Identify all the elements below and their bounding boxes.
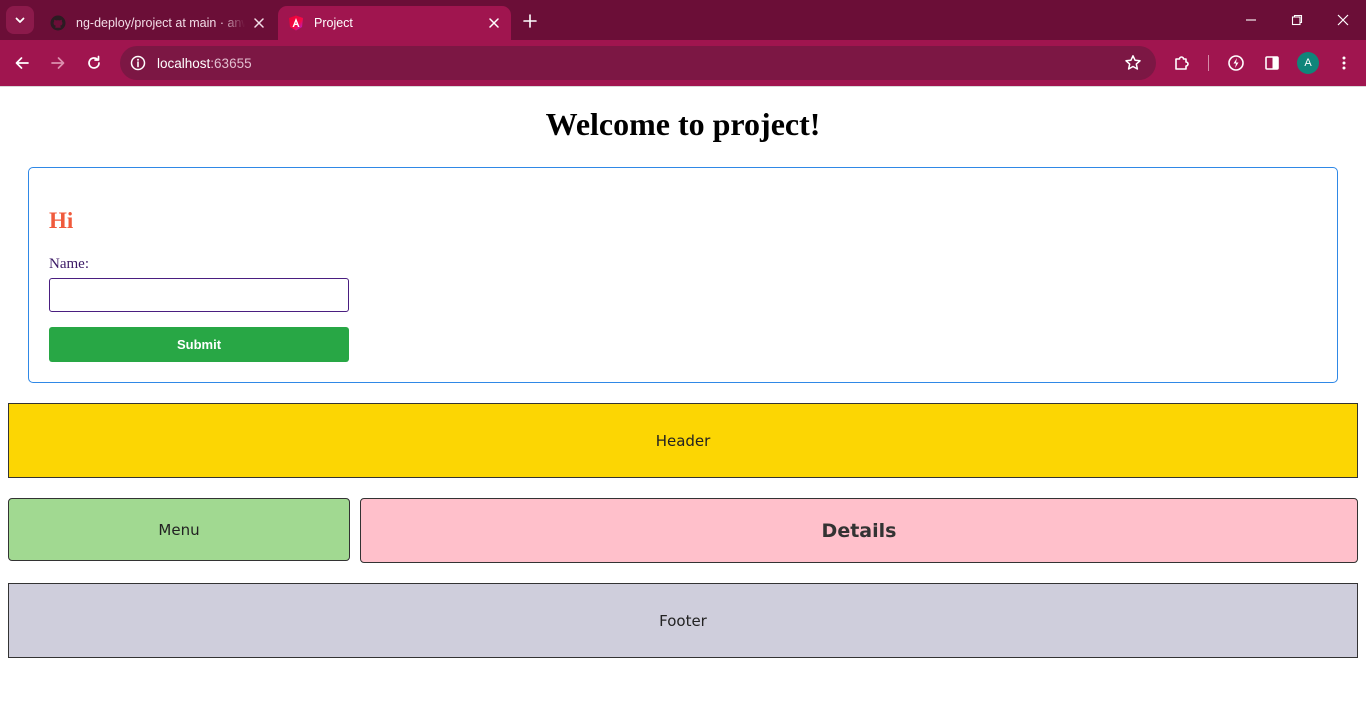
close-icon [1337, 14, 1349, 26]
chrome-divider [0, 86, 1366, 87]
close-icon [489, 18, 499, 28]
back-button[interactable] [6, 47, 38, 79]
side-panel-button[interactable] [1256, 47, 1288, 79]
tab-search-button[interactable] [6, 6, 34, 34]
restore-icon [1291, 14, 1303, 26]
browser-toolbar: localhost:63655 [0, 40, 1366, 86]
address-bar[interactable]: localhost:63655 [120, 46, 1156, 80]
extensions-button[interactable] [1166, 47, 1198, 79]
forward-button[interactable] [42, 47, 74, 79]
restore-button[interactable] [1274, 0, 1320, 40]
tab-project[interactable]: Project [278, 6, 511, 40]
angular-icon [289, 15, 303, 31]
close-icon [254, 18, 264, 28]
details-section: Details [360, 498, 1358, 563]
github-icon [50, 15, 66, 31]
name-label: Name: [49, 256, 89, 272]
browser-menu-button[interactable] [1328, 47, 1360, 79]
toolbar-divider [1208, 55, 1209, 71]
arrow-left-icon [15, 57, 29, 69]
reload-button[interactable] [78, 47, 110, 79]
energy-saver-icon [1228, 55, 1244, 71]
footer-label: Footer [659, 611, 707, 630]
name-input[interactable] [49, 278, 349, 312]
side-panel-icon [1265, 56, 1279, 70]
tab-title: ng-deploy/project at main · anw [76, 16, 245, 30]
puzzle-icon [1175, 56, 1189, 70]
bookmark-star-icon[interactable] [1124, 54, 1142, 72]
reload-icon [88, 55, 100, 69]
tab-title: Project [314, 16, 353, 30]
header-section: Header [8, 403, 1358, 478]
footer-section: Footer [8, 583, 1358, 658]
greeting-form-card: Hi Name: Submit [28, 167, 1338, 383]
tab-close-button[interactable] [480, 9, 508, 37]
menu-label: Menu [158, 520, 200, 539]
new-tab-button[interactable] [516, 7, 544, 35]
minimize-icon [1246, 19, 1256, 21]
close-window-button[interactable] [1320, 0, 1366, 40]
tab-close-button[interactable] [245, 9, 273, 37]
menu-section: Menu [8, 498, 350, 561]
profile-avatar[interactable]: A [1297, 52, 1319, 74]
plus-icon [523, 14, 537, 28]
minimize-button[interactable] [1228, 0, 1274, 40]
submit-button[interactable]: Submit [49, 327, 349, 362]
chevron-down-icon [15, 17, 25, 23]
details-label: Details [821, 519, 897, 542]
url-host: localhost [157, 55, 211, 71]
performance-button[interactable] [1220, 47, 1252, 79]
greeting-heading: Hi [49, 208, 74, 233]
arrow-right-icon [51, 57, 65, 69]
page-title: Welcome to project! [545, 106, 821, 142]
tab-github[interactable]: ng-deploy/project at main · anw [40, 6, 276, 40]
tab-strip: ng-deploy/project at main · anw Project [0, 0, 1366, 40]
url-port: :63655 [210, 55, 252, 71]
url-text: localhost:63655 [157, 56, 252, 71]
site-info-icon[interactable] [129, 54, 147, 72]
header-label: Header [655, 431, 711, 450]
more-vertical-icon [1342, 56, 1346, 70]
